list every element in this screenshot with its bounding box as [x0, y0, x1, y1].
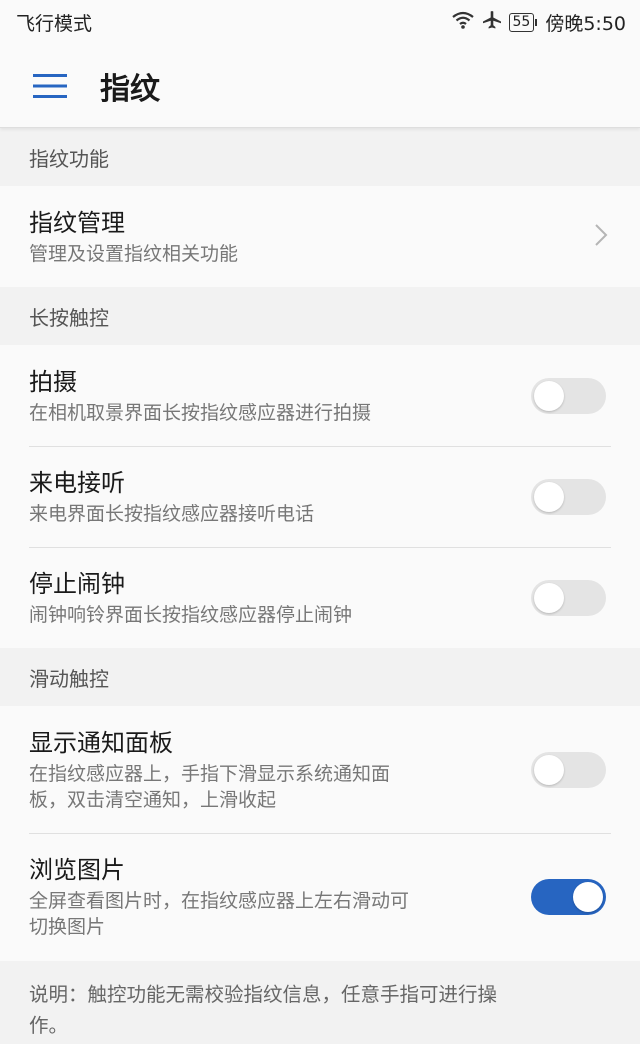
row-subtitle: 全屏查看图片时，在指纹感应器上左右滑动可 切换图片 — [29, 888, 531, 940]
note-line: 作。 — [29, 1014, 69, 1037]
notification-panel-row[interactable]: 显示通知面板 在指纹感应器上，手指下滑显示系统通知面 板，双击清空通知，上滑收起 — [0, 706, 640, 833]
fingerprint-manage-row[interactable]: 指纹管理 管理及设置指纹相关功能 — [0, 186, 640, 287]
status-time: 傍晚5:50 — [545, 12, 626, 35]
status-icons: 55 傍晚5:50 — [451, 9, 626, 36]
airplane-icon — [482, 10, 502, 35]
divider — [29, 833, 611, 834]
toggle-knob — [534, 754, 564, 785]
row-subtitle-line: 全屏查看图片时，在指纹感应器上左右滑动可 — [29, 890, 410, 912]
row-subtitle: 来电界面长按指纹感应器接听电话 — [29, 502, 315, 525]
wifi-icon — [451, 10, 475, 35]
airplane-mode-label: 飞行模式 — [16, 12, 93, 35]
browse-photos-toggle[interactable] — [531, 879, 606, 915]
footer-note: 说明：触控功能无需校验指纹信息，任意手指可进行操 作。 — [0, 961, 640, 1041]
status-bar: 飞行模式 55 傍晚5:50 — [0, 0, 640, 44]
browse-photos-row[interactable]: 浏览图片 全屏查看图片时，在指纹感应器上左右滑动可 切换图片 — [0, 833, 640, 961]
answer-call-row[interactable]: 来电接听 来电界面长按指纹感应器接听电话 — [0, 446, 640, 547]
row-title: 显示通知面板 — [29, 728, 173, 757]
section-header-longpress: 长按触控 — [29, 305, 109, 330]
app-bar: 指纹 — [0, 44, 640, 128]
divider — [29, 547, 611, 548]
section-header-swipe: 滑动触控 — [29, 666, 109, 691]
stop-alarm-row[interactable]: 停止闹钟 闹钟响铃界面长按指纹感应器停止闹钟 — [0, 547, 640, 648]
row-subtitle-line: 切换图片 — [29, 916, 106, 938]
toggle-knob — [534, 582, 564, 613]
page-title: 指纹 — [100, 71, 160, 107]
row-title: 拍摄 — [29, 367, 77, 396]
row-subtitle: 在相机取景界面长按指纹感应器进行拍摄 — [29, 401, 372, 424]
stop-alarm-toggle[interactable] — [531, 579, 606, 616]
battery-icon: 55 — [508, 12, 538, 32]
row-subtitle: 闹钟响铃界面长按指纹感应器停止闹钟 — [29, 603, 353, 626]
shoot-row[interactable]: 拍摄 在相机取景界面长按指纹感应器进行拍摄 — [0, 345, 640, 446]
row-subtitle: 在指纹感应器上，手指下滑显示系统通知面 板，双击清空通知，上滑收起 — [29, 761, 531, 813]
notification-panel-toggle[interactable] — [531, 751, 606, 788]
note-line: 说明：触控功能无需校验指纹信息，任意手指可进行操 — [29, 983, 498, 1006]
row-title: 浏览图片 — [29, 856, 125, 884]
row-title: 来电接听 — [29, 468, 125, 497]
section-header-fingerprint: 指纹功能 — [29, 146, 109, 171]
answer-call-toggle[interactable] — [531, 478, 606, 515]
chevron-right-icon — [594, 223, 608, 251]
toggle-knob — [534, 380, 564, 411]
row-title: 指纹管理 — [29, 208, 125, 237]
fingerprint-card: 指纹管理 管理及设置指纹相关功能 — [0, 186, 640, 287]
row-subtitle-line: 在指纹感应器上，手指下滑显示系统通知面 — [29, 762, 391, 785]
row-title: 停止闹钟 — [29, 569, 125, 598]
hamburger-menu-icon[interactable] — [0, 44, 100, 128]
longpress-card: 拍摄 在相机取景界面长按指纹感应器进行拍摄 来电接听 来电界面长按指纹感应器接听… — [0, 345, 640, 648]
row-subtitle-line: 板，双击清空通知，上滑收起 — [29, 788, 277, 811]
toggle-knob — [534, 481, 564, 512]
swipe-card: 显示通知面板 在指纹感应器上，手指下滑显示系统通知面 板，双击清空通知，上滑收起… — [0, 706, 640, 961]
divider — [29, 446, 611, 447]
toggle-knob — [573, 882, 603, 912]
row-subtitle: 管理及设置指纹相关功能 — [29, 242, 239, 265]
shoot-toggle[interactable] — [531, 377, 606, 414]
